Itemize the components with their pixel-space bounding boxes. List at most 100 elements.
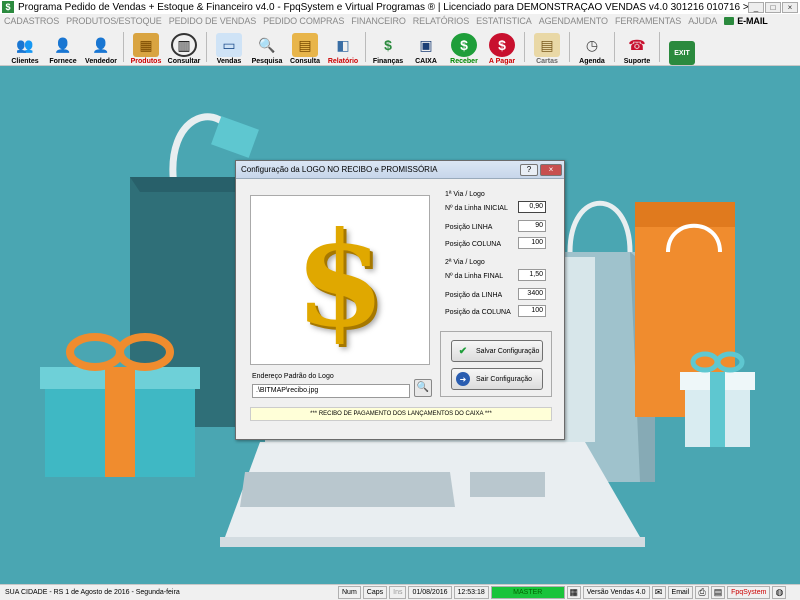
dialog-title: Configuração da LOGO NO RECIBO e PROMISS… bbox=[241, 165, 438, 174]
dollar-sign-image: $ bbox=[294, 203, 386, 356]
calculator-icon[interactable]: ▦ bbox=[566, 586, 581, 599]
supplier-icon: 👤 bbox=[54, 36, 72, 53]
browse-search-icon[interactable]: 🔍 bbox=[414, 379, 432, 397]
via2-posicao-linha-input[interactable]: 3400 bbox=[518, 288, 546, 300]
status-num: Num bbox=[338, 586, 361, 599]
toolbar-separator bbox=[524, 32, 525, 62]
menu-ajuda[interactable]: AJUDA bbox=[688, 16, 717, 26]
menu-cadastros[interactable]: CADASTROS bbox=[4, 16, 59, 26]
via1-posicao-coluna-label: Posição COLUNA bbox=[445, 241, 502, 248]
status-location-date: SUA CIDADE - RS 1 de Agosto de 2016 - Se… bbox=[5, 589, 180, 596]
via1-linha-inicial-input[interactable]: 0,90 bbox=[518, 201, 546, 213]
folder-icon: ▤ bbox=[292, 33, 318, 57]
via1-posicao-linha-label: Posição LINHA bbox=[445, 224, 493, 231]
calendar-icon: ◷ bbox=[585, 36, 599, 53]
save-config-label: Salvar Configuração bbox=[476, 347, 540, 355]
toolbar-clientes-button[interactable]: 👥 Clientes bbox=[6, 29, 44, 66]
toolbar-label: Suporte bbox=[623, 58, 651, 65]
via2-linha-final-input[interactable]: 1,50 bbox=[518, 269, 546, 281]
maximize-button[interactable]: □ bbox=[765, 1, 781, 13]
save-config-button[interactable]: ✔ Salvar Configuração bbox=[451, 340, 543, 362]
toolbar-consultar-button[interactable]: ▥ Consultar bbox=[165, 29, 203, 65]
toolbar-financas-button[interactable]: $ Finanças bbox=[369, 29, 407, 65]
menu-agendamento[interactable]: AGENDAMENTO bbox=[539, 16, 608, 26]
toolbar-fornece-button[interactable]: 👤 Fornece bbox=[44, 29, 82, 66]
people-icon: 👥 bbox=[16, 36, 34, 53]
via2-posicao-coluna-input[interactable]: 100 bbox=[518, 305, 546, 317]
dialog-close-button[interactable]: × bbox=[540, 163, 562, 176]
status-email[interactable]: Email bbox=[667, 586, 694, 599]
toolbar-label: Vendas bbox=[216, 58, 242, 65]
menu-email[interactable]: E-MAIL bbox=[724, 16, 768, 26]
status-time: 12:53:18 bbox=[453, 586, 489, 599]
toolbar-exit-button[interactable]: EXIT bbox=[663, 29, 701, 65]
status-brand: FpqSystem bbox=[727, 586, 771, 599]
menu-estatistica[interactable]: ESTATISTICA bbox=[476, 16, 532, 26]
email-status-icon[interactable]: ✉ bbox=[651, 586, 666, 599]
exit-config-label: Sair Configuração bbox=[476, 375, 533, 383]
toolbar-produtos-button[interactable]: ▦ Produtos bbox=[127, 29, 165, 65]
via2-posicao-linha-label: Posição da LINHA bbox=[445, 292, 503, 299]
via1-linha-inicial-label: Nº da Linha INICIAL bbox=[445, 205, 508, 212]
printer-icon[interactable]: ⎙ bbox=[695, 586, 710, 599]
menu-ferramentas[interactable]: FERRAMENTAS bbox=[615, 16, 681, 26]
minimize-button[interactable]: _ bbox=[748, 1, 764, 13]
menu-relatorios[interactable]: RELATÓRIOS bbox=[413, 16, 469, 26]
toolbar-vendas-button[interactable]: ▭ Vendas bbox=[210, 29, 248, 65]
toolbar-separator bbox=[569, 32, 570, 62]
globe-icon[interactable]: ◍ bbox=[772, 586, 787, 599]
dialog-help-button[interactable]: ? bbox=[520, 163, 538, 176]
toolbar-cartas-button[interactable]: ▤ Cartas bbox=[528, 29, 566, 65]
toolbar-label: Cartas bbox=[536, 58, 558, 65]
status-version: Versão Vendas 4.0 bbox=[582, 586, 650, 599]
toolbar-label: A Pagar bbox=[488, 58, 516, 65]
toolbar-separator bbox=[123, 32, 124, 62]
toolbar-label: Consultar bbox=[167, 58, 201, 65]
status-caps: Caps bbox=[362, 586, 388, 599]
menu-financeiro[interactable]: FINANCEIRO bbox=[351, 16, 406, 26]
toolbar-label: Relatório bbox=[327, 58, 359, 65]
close-button[interactable]: × bbox=[782, 1, 798, 13]
toolbar-separator bbox=[206, 32, 207, 62]
barcode-icon: ▥ bbox=[171, 33, 197, 57]
menu-pedido-vendas[interactable]: PEDIDO DE VENDAS bbox=[169, 16, 257, 26]
via1-posicao-coluna-input[interactable]: 100 bbox=[518, 237, 546, 249]
monitor-icon: ▭ bbox=[216, 33, 242, 57]
scroll-icon: ▤ bbox=[534, 33, 560, 57]
via1-posicao-linha-input[interactable]: 90 bbox=[518, 220, 546, 232]
exit-icon: EXIT bbox=[669, 41, 695, 65]
status-ins: Ins bbox=[389, 586, 407, 599]
window-title-bar: $ Programa Pedido de Vendas + Estoque & … bbox=[0, 0, 800, 14]
exit-config-button[interactable]: ➜ Sair Configuração bbox=[451, 368, 543, 390]
toolbar-label: Pesquisa bbox=[251, 58, 283, 65]
magnifier-icon: 🔍 bbox=[258, 36, 276, 53]
toolbar-apagar-button[interactable]: $ A Pagar bbox=[483, 29, 521, 65]
toolbar-receber-button[interactable]: $ Receber bbox=[445, 29, 483, 65]
menu-bar: CADASTROS PRODUTOS/ESTOQUE PEDIDO DE VEN… bbox=[0, 14, 800, 28]
toolbar-pesquisa-button[interactable]: 🔍 Pesquisa bbox=[248, 29, 286, 66]
toolbar-suporte-button[interactable]: ☎ Suporte bbox=[618, 29, 656, 66]
toolbar-label: Agenda bbox=[579, 58, 605, 65]
dialog-title-bar: Configuração da LOGO NO RECIBO e PROMISS… bbox=[236, 161, 564, 179]
boxes-icon: ▦ bbox=[133, 33, 159, 57]
menu-pedido-compras[interactable]: PEDIDO COMPRAS bbox=[263, 16, 344, 26]
via2-linha-final-label: Nº da Linha FINAL bbox=[445, 273, 504, 280]
address-label: Endereço Padrão do Logo bbox=[252, 373, 334, 380]
toolbar-relatorio-button[interactable]: ◧ Relatório bbox=[324, 29, 362, 66]
toolbar-caixa-button[interactable]: ▣ CAIXA bbox=[407, 29, 445, 66]
toolbar-label: CAIXA bbox=[415, 58, 437, 65]
logo-path-input[interactable]: .\BITMAP\recibo.jpg bbox=[252, 384, 410, 398]
arrow-right-icon: ➜ bbox=[456, 372, 470, 386]
money-icon: $ bbox=[384, 37, 392, 53]
logo-preview: $ bbox=[250, 195, 430, 365]
menu-produtos-estoque[interactable]: PRODUTOS/ESTOQUE bbox=[66, 16, 162, 26]
toolbar-vendedor-button[interactable]: 👤 Vendedor bbox=[82, 29, 120, 66]
toolbar-label: Clientes bbox=[11, 58, 39, 65]
toolbar-consulta-button[interactable]: ▤ Consulta bbox=[286, 29, 324, 65]
toolbar-agenda-button[interactable]: ◷ Agenda bbox=[573, 29, 611, 66]
support-icon: ☎ bbox=[628, 36, 646, 53]
status-user: MASTER bbox=[490, 586, 565, 599]
receipt-banner: *** RECIBO DE PAGAMENTO DOS LANÇAMENTOS … bbox=[250, 407, 552, 421]
action-buttons-group: ✔ Salvar Configuração ➜ Sair Configuraçã… bbox=[440, 331, 552, 397]
notepad-icon[interactable]: ▤ bbox=[711, 586, 726, 599]
